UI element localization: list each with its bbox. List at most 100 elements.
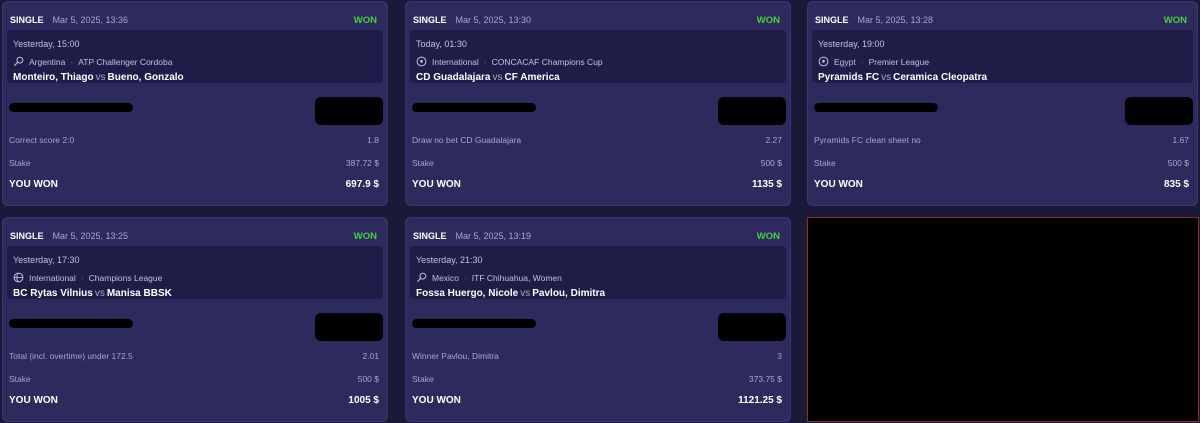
event-league: Argentina · ATP Challenger Cordoba [13,56,172,67]
selection-row: Correct score 2:0 1.8 [9,135,379,145]
event-league-name: Champions League [88,272,163,283]
status-badge: WON [1163,14,1187,26]
card-header: SINGLE Mar 5, 2025, 13:36 WON [10,13,377,27]
event-box[interactable]: Today, 01:30 International · CONCACAF Ch… [410,30,786,83]
bet-date: Mar 5, 2025, 13:30 [455,15,532,25]
tennis-icon [416,272,427,283]
event-league-name: Premier League [868,56,930,67]
bet-date: Mar 5, 2025, 13:28 [857,15,934,25]
stake-row: Stake 500 $ [412,158,782,168]
odds-value: 1.67 [1172,135,1189,145]
redaction-box [315,97,383,125]
stake-value: 500 $ [357,374,379,384]
result-label: YOU WON [9,179,58,190]
redaction-box [718,97,786,125]
event-league: International · Champions League [13,272,162,283]
redaction-bar [412,319,536,328]
result-label: YOU WON [412,179,461,190]
event-country: International [29,272,76,283]
bet-date: Mar 5, 2025, 13:19 [455,231,532,241]
bet-card[interactable]: SINGLE Mar 5, 2025, 13:19 WON Yesterday,… [405,217,791,422]
selection-label: Pyramids FC clean sheet no [814,135,921,145]
payout-value: 835 $ [1163,179,1189,190]
event-time: Today, 01:30 [416,39,467,49]
away-team: Pavlou, Dimitra [532,288,606,299]
stake-value: 387.72 $ [345,158,379,168]
home-team: CD Guadalajara [416,72,491,83]
payout-value: 1005 $ [348,395,379,406]
event-time: Yesterday, 15:00 [13,39,80,49]
result-row: YOU WON 1005 $ [9,395,379,406]
event-box[interactable]: Yesterday, 17:30 International · Champio… [7,246,383,299]
event-league: Mexico · ITF Chihuahua, Women [416,272,562,283]
separator-dot: · [80,272,84,283]
selection-label: Total (incl. overtime) under 172.5 [9,351,133,361]
status-badge: WON [756,230,780,242]
tennis-icon [13,56,24,67]
event-box[interactable]: Yesterday, 19:00 Egypt · Premier League … [812,30,1193,83]
selection-row: Pyramids FC clean sheet no 1.67 [814,135,1189,145]
event-time: Yesterday, 17:30 [13,255,80,265]
stake-row: Stake 373.75 $ [412,374,782,384]
odds-value: 2.01 [362,351,379,361]
payout-value: 1135 $ [751,179,782,190]
bet-card[interactable]: SINGLE Mar 5, 2025, 13:36 WON Yesterday,… [2,1,388,206]
vs-label: vs [881,72,892,83]
separator-dot: · [463,272,467,283]
vs-label: vs [94,288,105,299]
stake-row: Stake 500 $ [814,158,1189,168]
selection-label: Winner Pavlou, Dimitra [412,351,499,361]
card-header: SINGLE Mar 5, 2025, 13:28 WON [815,13,1187,27]
result-row: YOU WON 697.9 $ [9,179,379,190]
redaction-box [718,313,786,341]
result-row: YOU WON 835 $ [814,179,1189,190]
soccer-ball-icon [416,56,427,67]
event-box[interactable]: Yesterday, 21:30 Mexico · ITF Chihuahua,… [410,246,786,299]
bet-card[interactable]: SINGLE Mar 5, 2025, 13:28 WON Yesterday,… [807,1,1198,206]
status-badge: WON [756,14,780,26]
away-team: CF America [504,72,560,83]
stake-label: Stake [9,158,31,168]
selection-label: Draw no bet CD Guadalajara [412,135,522,145]
event-country: Argentina [29,56,66,67]
stake-value: 373.75 $ [748,374,782,384]
away-team: Bueno, Gonzalo [107,72,184,83]
bet-date: Mar 5, 2025, 13:36 [52,15,129,25]
card-header: SINGLE Mar 5, 2025, 13:30 WON [413,13,780,27]
redaction-box [315,313,383,341]
separator-dot: · [70,56,74,67]
bet-date: Mar 5, 2025, 13:25 [52,231,129,241]
redaction-bar [412,103,536,112]
stake-row: Stake 500 $ [9,374,379,384]
stake-value: 500 $ [760,158,782,168]
stake-label: Stake [412,158,434,168]
selection-row: Total (incl. overtime) under 172.5 2.01 [9,351,379,361]
bet-card[interactable]: SINGLE Mar 5, 2025, 13:30 WON Today, 01:… [405,1,791,206]
home-team: BC Rytas Vilnius [13,288,93,299]
redaction-box [1125,97,1193,125]
home-team: Monteiro, Thiago [13,72,94,83]
stake-label: Stake [814,158,836,168]
odds-value: 2.27 [765,135,782,145]
card-header: SINGLE Mar 5, 2025, 13:19 WON [413,229,780,243]
stake-value: 500 $ [1167,158,1189,168]
event-country: International [432,56,479,67]
status-badge: WON [353,230,377,242]
vs-label: vs [492,72,503,83]
event-time: Yesterday, 19:00 [818,39,885,49]
event-box[interactable]: Yesterday, 15:00 Argentina · ATP Challen… [7,30,383,83]
bet-card[interactable]: SINGLE Mar 5, 2025, 13:25 WON Yesterday,… [2,217,388,422]
separator-dot: · [483,56,487,67]
payout-value: 697.9 $ [345,179,379,190]
payout-value: 1121.25 $ [738,395,782,406]
home-team: Pyramids FC [818,72,880,83]
event-league-name: CONCACAF Champions Cup [491,56,603,67]
redaction-bar [9,103,133,112]
away-team: Ceramica Cleopatra [893,72,988,83]
odds-value: 3 [777,351,782,361]
event-teams: CD Guadalajara vs CF America [416,72,560,83]
soccer-ball-icon [818,56,829,67]
event-league-name: ATP Challenger Cordoba [78,56,173,67]
event-teams: Pyramids FC vs Ceramica Cleopatra [818,72,987,83]
vs-label: vs [95,72,106,83]
